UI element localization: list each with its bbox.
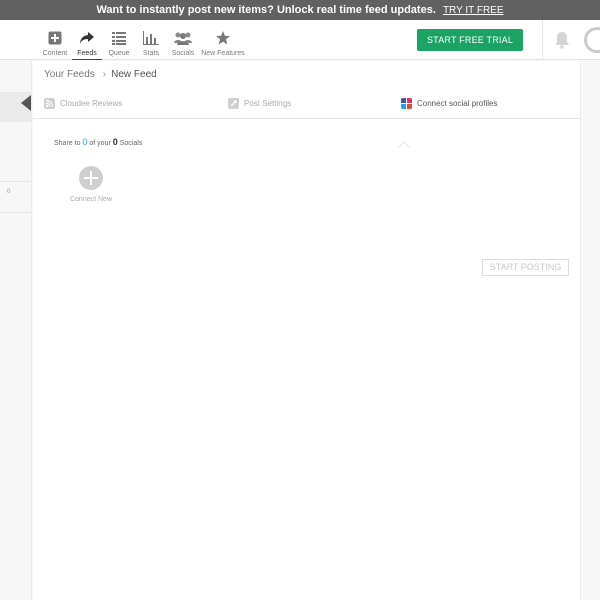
share-arrow-icon [80,32,94,44]
nav-label: New Features [201,50,245,57]
nav-item-queue[interactable]: Queue [104,20,134,60]
nav-label: Socials [171,50,195,57]
avatar[interactable] [584,27,600,53]
connect-new-button[interactable]: Connect New [69,166,113,216]
main-nav: Content Feeds Queue Stats Socials New Fe… [40,20,248,60]
selected-socials-count: 0 [82,137,88,147]
nav-label: Stats [143,50,159,57]
star-icon [216,31,230,45]
share-suffix: Socials [119,140,143,147]
chevron-right-icon: › [102,69,107,80]
connect-new-label: Connect New [69,196,113,203]
share-count-text: Share to 0 of your 0 Socials [54,137,142,147]
left-rail: 0 [0,61,32,600]
social-grid-icon [401,98,412,110]
right-rail [580,61,600,600]
breadcrumb-current: New Feed [111,69,157,80]
start-posting-button[interactable]: START POSTING [482,259,569,276]
tab-post-settings[interactable]: Post Settings [228,97,291,111]
share-middle: of your [89,140,111,147]
breadcrumb-your-feeds[interactable]: Your Feeds [44,69,95,80]
settings-icon [228,98,239,110]
total-socials-count: 0 [112,137,118,147]
nav-label: Queue [108,50,130,57]
nav-item-content[interactable]: Content [40,20,70,60]
tab-connect-social-profiles[interactable]: Connect social profiles [401,97,497,111]
users-icon [174,32,192,45]
breadcrumb: Your Feeds › New Feed [44,69,157,80]
tab-label: Post Settings [244,99,292,108]
tab-label: Connect social profiles [417,99,498,108]
rss-icon [44,98,55,110]
active-tab-pointer [398,141,410,153]
nav-item-stats[interactable]: Stats [136,20,166,60]
plus-square-icon [48,31,62,45]
nav-item-new-features[interactable]: New Features [200,20,246,60]
top-navigation-bar: Content Feeds Queue Stats Socials New Fe… [0,20,600,60]
bar-chart-icon [143,31,159,45]
banner-text: Want to instantly post new items? Unlock… [96,4,436,16]
try-it-free-link[interactable]: TRY IT FREE [443,5,504,16]
start-free-trial-button[interactable]: START FREE TRIAL [417,29,523,51]
feed-setup-tabs: Cloudee Reviews Post Settings Connect so… [33,89,580,153]
arrow-left-icon [21,95,31,111]
plus-circle-icon [79,166,103,190]
bell-icon [555,32,569,49]
rail-section [0,181,32,213]
nav-item-socials[interactable]: Socials [168,20,198,60]
share-prefix: Share to [54,140,81,147]
nav-label: Content [42,50,68,57]
nav-label: Feeds [77,50,97,57]
tab-label: Cloudee Reviews [60,99,123,108]
main-panel: Your Feeds › New Feed Cloudee Reviews Post… [33,61,580,600]
rail-marker: 0 [7,189,11,195]
nav-item-feeds[interactable]: Feeds [72,20,102,60]
notifications-button[interactable] [542,20,580,60]
tab-cloudee-reviews[interactable]: Cloudee Reviews [44,97,122,111]
upgrade-banner: Want to instantly post new items? Unlock… [0,0,600,20]
list-icon [112,32,126,45]
